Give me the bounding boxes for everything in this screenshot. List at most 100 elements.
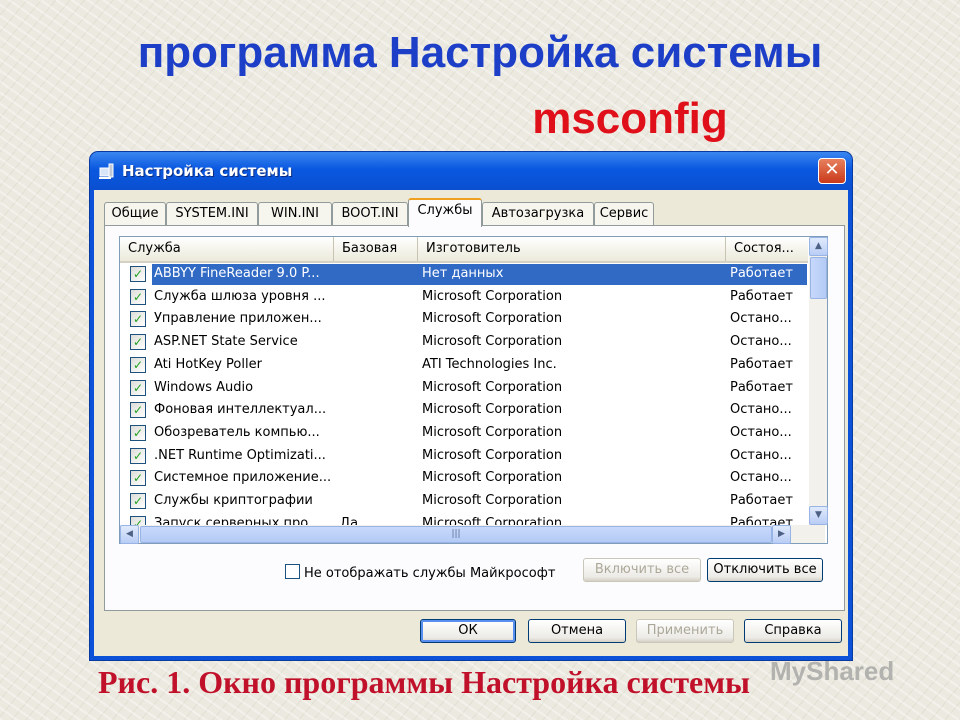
- service-checkbox[interactable]: ✓: [130, 334, 146, 351]
- tab-3[interactable]: WIN.INI: [258, 202, 332, 225]
- window-title: Настройка системы: [122, 162, 293, 180]
- table-row[interactable]: ✓ Служба шлюза уровня ... Microsoft Corpor…: [120, 286, 808, 309]
- check-icon: ✓: [132, 448, 144, 463]
- service-status: Остано...: [730, 334, 792, 350]
- check-icon: ✓: [132, 267, 144, 281]
- tab-2[interactable]: SYSTEM.INI: [166, 202, 258, 225]
- table-row[interactable]: ✓ .NET Runtime Optimizati... Microsoft Cor…: [120, 445, 808, 468]
- service-vendor: Microsoft Corporation: [422, 311, 563, 327]
- check-icon: ✓: [132, 312, 144, 327]
- services-list[interactable]: Служба Базовая Изготовитель Состоя... ✓ A…: [119, 236, 828, 544]
- apply-button[interactable]: Применить: [636, 619, 734, 643]
- check-icon: ✓: [132, 471, 144, 486]
- hide-microsoft-services-label: Не отображать службы Майкрософт: [304, 566, 556, 581]
- computer-icon: [99, 163, 114, 179]
- close-button[interactable]: ✕: [818, 158, 846, 184]
- horizontal-scroll-thumb[interactable]: |||: [140, 526, 772, 543]
- table-row[interactable]: ✓ Ati HotKey Poller ATI Technologies Inc. Р…: [120, 354, 808, 377]
- table-row[interactable]: ✓ Windows Audio Microsoft Corporation Работ…: [120, 377, 808, 400]
- service-status: Остано...: [730, 470, 792, 486]
- service-base: [340, 399, 416, 421]
- service-vendor: ATI Technologies Inc.: [422, 356, 557, 372]
- service-checkbox[interactable]: ✓: [130, 447, 146, 464]
- service-base: [340, 308, 416, 330]
- check-icon: ✓: [132, 425, 144, 440]
- service-name: .NET Runtime Optimizati...: [154, 447, 326, 463]
- column-header-status[interactable]: Состоя...: [726, 237, 808, 261]
- enable-all-button[interactable]: Включить все: [583, 558, 701, 582]
- hide-microsoft-services-checkbox[interactable]: Не отображать службы Майкрософт: [285, 564, 555, 581]
- service-vendor: Microsoft Corporation: [422, 515, 563, 525]
- service-checkbox[interactable]: ✓: [130, 515, 146, 525]
- checkbox-box[interactable]: [285, 564, 300, 579]
- tab-1[interactable]: Общие: [104, 202, 166, 225]
- service-name: Обозреватель компью...: [154, 424, 320, 440]
- service-checkbox[interactable]: ✓: [130, 424, 146, 441]
- service-base: [340, 467, 416, 489]
- service-status: Остано...: [730, 311, 792, 327]
- check-icon: ✓: [132, 494, 144, 508]
- cancel-button[interactable]: Отмена: [528, 619, 626, 643]
- ok-button[interactable]: ОК: [420, 619, 516, 643]
- scroll-right-button[interactable]: ▶: [772, 525, 791, 544]
- service-status: Работает: [730, 356, 793, 372]
- scroll-down-button[interactable]: ▼: [809, 506, 828, 525]
- table-row[interactable]: ✓ ASP.NET State Service Microsoft Corporat…: [120, 331, 808, 354]
- table-row[interactable]: ✓ Управление приложен... Microsoft Corpora…: [120, 308, 808, 331]
- service-checkbox[interactable]: ✓: [130, 470, 146, 487]
- column-header-base[interactable]: Базовая: [334, 237, 418, 261]
- scroll-left-button[interactable]: ◀: [120, 525, 139, 544]
- tab-6[interactable]: Автозагрузка: [482, 202, 594, 225]
- figure-caption: Рис. 1. Окно программы Настройка системы: [98, 664, 751, 700]
- table-row[interactable]: ✓ Фоновая интеллектуал... Microsoft Corpor…: [120, 399, 808, 422]
- service-vendor: Microsoft Corporation: [422, 470, 563, 486]
- table-row[interactable]: ✓ ABBYY FineReader 9.0 P... Нет данных Рабо…: [120, 263, 808, 286]
- tab-5[interactable]: Службы: [408, 198, 482, 227]
- disable-all-button[interactable]: Отключить все: [707, 558, 823, 582]
- window-client-area: Общие SYSTEM.INI WIN.INI BOOT.INI Службы Авто…: [94, 190, 848, 656]
- check-icon: ✓: [132, 380, 144, 395]
- list-header: Служба Базовая Изготовитель Состоя...: [120, 237, 808, 263]
- column-header-service[interactable]: Служба: [120, 237, 334, 261]
- table-row[interactable]: ✓ Запуск серверных про... Да Microsoft Corp…: [120, 513, 808, 525]
- check-icon: ✓: [132, 289, 144, 304]
- tab-4[interactable]: BOOT.INI: [332, 202, 408, 225]
- service-status: Работает: [730, 288, 793, 304]
- arrow-up-icon: ▲: [815, 241, 822, 251]
- service-status: Остано...: [730, 402, 792, 418]
- watermark: MyShared: [770, 656, 895, 686]
- scroll-up-button[interactable]: ▲: [809, 237, 828, 256]
- service-checkbox[interactable]: ✓: [130, 311, 146, 328]
- service-base: Да: [340, 515, 359, 525]
- service-checkbox[interactable]: ✓: [130, 288, 146, 305]
- service-vendor: Microsoft Corporation: [422, 493, 563, 508]
- service-name: Windows Audio: [154, 379, 254, 395]
- table-row[interactable]: ✓ Системное приложение... Microsoft Corpor…: [120, 467, 808, 490]
- service-vendor: Microsoft Corporation: [422, 447, 563, 463]
- service-vendor: Microsoft Corporation: [422, 288, 563, 304]
- service-checkbox[interactable]: ✓: [130, 402, 146, 419]
- service-base: [340, 331, 416, 353]
- service-vendor: Microsoft Corporation: [422, 379, 563, 395]
- table-row[interactable]: ✓ Службы криптографии Microsoft Corporatio…: [120, 490, 808, 513]
- help-button[interactable]: Справка: [744, 619, 842, 643]
- service-vendor: Нет данных: [422, 266, 504, 281]
- tab-7[interactable]: Сервис: [594, 202, 654, 225]
- vertical-scrollbar[interactable]: ▲ ▼: [809, 237, 828, 525]
- service-base: [340, 286, 416, 308]
- check-icon: ✓: [132, 357, 144, 372]
- service-base: [340, 263, 416, 285]
- column-header-vendor[interactable]: Изготовитель: [418, 237, 726, 261]
- service-checkbox[interactable]: ✓: [130, 379, 146, 396]
- service-base: [340, 490, 416, 512]
- service-checkbox[interactable]: ✓: [130, 266, 146, 282]
- window-titlebar[interactable]: Настройка системы ✕: [90, 152, 852, 190]
- service-checkbox[interactable]: ✓: [130, 356, 146, 373]
- service-checkbox[interactable]: ✓: [130, 493, 146, 509]
- vertical-scroll-thumb[interactable]: [810, 257, 827, 299]
- service-status: Работает: [730, 493, 793, 508]
- horizontal-scrollbar[interactable]: ◀ ||| ▶: [120, 525, 825, 544]
- table-row[interactable]: ✓ Обозреватель компью... Microsoft Corpora…: [120, 422, 808, 445]
- service-base: [340, 377, 416, 399]
- grip-icon: |||: [451, 529, 461, 539]
